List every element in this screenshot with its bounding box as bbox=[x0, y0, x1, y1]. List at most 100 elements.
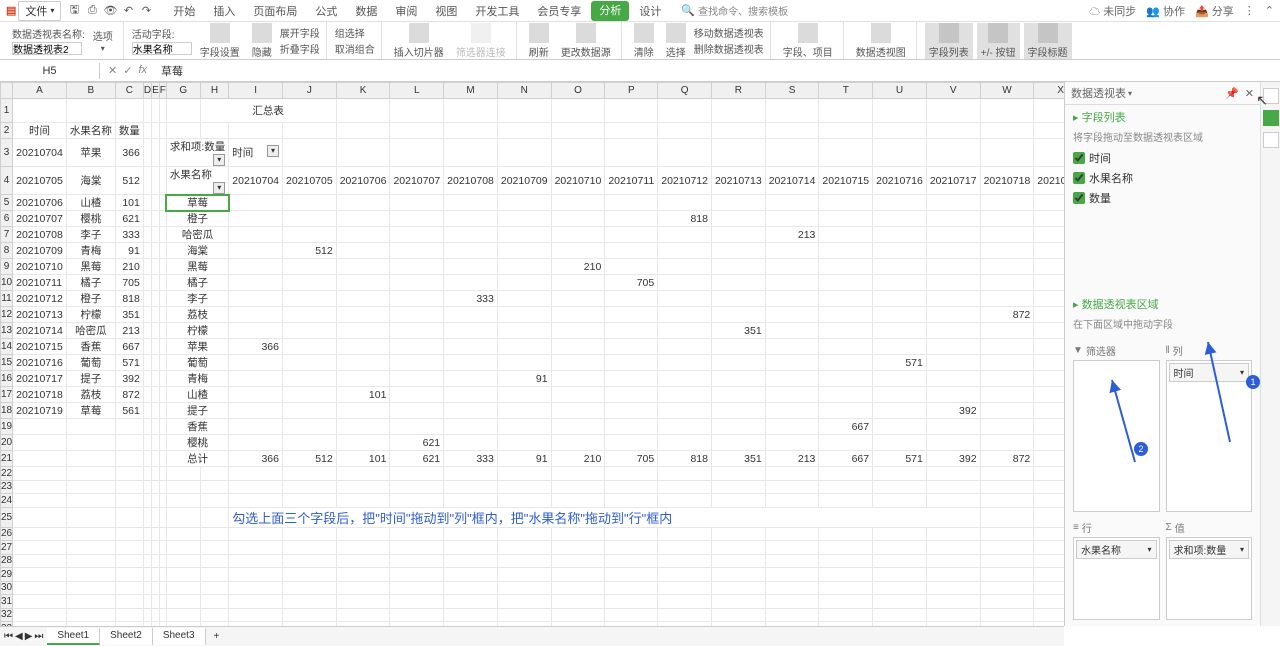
cell[interactable] bbox=[980, 275, 1034, 291]
column-header[interactable]: T bbox=[819, 83, 873, 99]
search-box[interactable]: 🔍 查找命令、搜索模板 bbox=[681, 3, 788, 18]
cell[interactable] bbox=[605, 403, 658, 419]
cell[interactable] bbox=[711, 99, 765, 123]
cell[interactable] bbox=[926, 195, 980, 211]
cell[interactable] bbox=[336, 211, 390, 227]
cell[interactable] bbox=[159, 243, 166, 259]
cell[interactable]: 91 bbox=[497, 451, 551, 467]
cell[interactable] bbox=[551, 123, 605, 139]
cell[interactable] bbox=[1034, 211, 1064, 227]
cell[interactable] bbox=[159, 123, 166, 139]
cell[interactable] bbox=[390, 403, 444, 419]
cell[interactable] bbox=[980, 568, 1034, 582]
cell[interactable] bbox=[336, 467, 390, 481]
cell[interactable] bbox=[159, 494, 166, 508]
cell[interactable] bbox=[152, 99, 160, 123]
cell[interactable] bbox=[819, 275, 873, 291]
cell[interactable]: 667 bbox=[115, 339, 143, 355]
cell[interactable]: 提子 bbox=[66, 371, 115, 387]
row-header[interactable]: 19 bbox=[1, 419, 13, 435]
cell[interactable]: 青梅 bbox=[66, 243, 115, 259]
cell[interactable] bbox=[390, 259, 444, 275]
cell[interactable] bbox=[605, 99, 658, 123]
cell[interactable] bbox=[605, 467, 658, 481]
field-item[interactable]: 数量 bbox=[1073, 188, 1252, 208]
cell[interactable] bbox=[444, 419, 498, 435]
cell[interactable] bbox=[980, 403, 1034, 419]
cell[interactable] bbox=[143, 227, 151, 243]
cell[interactable] bbox=[390, 323, 444, 339]
active-field-input[interactable] bbox=[132, 42, 192, 55]
cell[interactable] bbox=[819, 243, 873, 259]
cell[interactable] bbox=[765, 435, 819, 451]
cell[interactable] bbox=[159, 195, 166, 211]
cell[interactable] bbox=[819, 435, 873, 451]
cell[interactable] bbox=[336, 123, 390, 139]
delete-pivot-button[interactable]: 删除数据透视表 bbox=[694, 41, 764, 56]
cell[interactable] bbox=[980, 467, 1034, 481]
expand-field-button[interactable]: 展开字段 bbox=[280, 25, 320, 40]
cell[interactable] bbox=[765, 99, 819, 123]
cell[interactable] bbox=[336, 595, 390, 609]
cell[interactable] bbox=[66, 451, 115, 467]
options-button[interactable]: 选项▾ bbox=[89, 28, 117, 53]
cell[interactable] bbox=[152, 211, 160, 227]
cell[interactable] bbox=[711, 568, 765, 582]
cell[interactable] bbox=[159, 451, 166, 467]
row-header[interactable]: 7 bbox=[1, 227, 13, 243]
cell[interactable] bbox=[143, 480, 151, 494]
cell[interactable]: 20210710 bbox=[551, 167, 605, 195]
cell[interactable] bbox=[444, 339, 498, 355]
cell[interactable] bbox=[13, 99, 67, 123]
cell[interactable] bbox=[551, 480, 605, 494]
cell[interactable] bbox=[152, 494, 160, 508]
cell[interactable] bbox=[605, 608, 658, 622]
cell[interactable] bbox=[166, 595, 200, 609]
cell[interactable] bbox=[229, 355, 283, 371]
cell[interactable] bbox=[66, 527, 115, 541]
cell[interactable] bbox=[152, 167, 160, 195]
cell[interactable] bbox=[444, 195, 498, 211]
cell[interactable] bbox=[229, 259, 283, 275]
cell[interactable] bbox=[143, 527, 151, 541]
cell[interactable] bbox=[605, 419, 658, 435]
cell[interactable] bbox=[873, 608, 927, 622]
cell[interactable] bbox=[926, 227, 980, 243]
more-icon[interactable]: ⋮ bbox=[1244, 4, 1255, 17]
cell[interactable] bbox=[143, 568, 151, 582]
cell[interactable] bbox=[658, 227, 712, 243]
cell[interactable] bbox=[336, 371, 390, 387]
cell[interactable]: 20210716 bbox=[13, 355, 67, 371]
cell[interactable]: 20210708 bbox=[13, 227, 67, 243]
cell[interactable] bbox=[13, 467, 67, 481]
cell[interactable] bbox=[283, 568, 337, 582]
cell[interactable] bbox=[819, 541, 873, 555]
cell[interactable] bbox=[115, 554, 143, 568]
cell[interactable] bbox=[819, 307, 873, 323]
cell[interactable] bbox=[658, 339, 712, 355]
column-header[interactable]: B bbox=[66, 83, 115, 99]
cell[interactable]: 黑莓 bbox=[166, 259, 228, 275]
cell[interactable] bbox=[765, 419, 819, 435]
cell[interactable] bbox=[152, 355, 160, 371]
cell[interactable] bbox=[551, 403, 605, 419]
cell[interactable] bbox=[711, 419, 765, 435]
cell[interactable]: 20210704 bbox=[229, 167, 283, 195]
cell[interactable] bbox=[1034, 507, 1064, 527]
row-chip-fruit[interactable]: 水果名称▾ bbox=[1076, 540, 1157, 559]
cell[interactable]: 621 bbox=[115, 211, 143, 227]
cell[interactable] bbox=[390, 243, 444, 259]
cell[interactable] bbox=[765, 494, 819, 508]
cell[interactable] bbox=[143, 541, 151, 555]
tab-0[interactable]: 开始 bbox=[165, 1, 203, 21]
cell[interactable] bbox=[765, 291, 819, 307]
ungroup-button[interactable]: 取消组合 bbox=[335, 41, 375, 56]
cell[interactable]: 512 bbox=[115, 167, 143, 195]
cell[interactable]: 20210711 bbox=[605, 167, 658, 195]
cell[interactable] bbox=[66, 595, 115, 609]
cell[interactable] bbox=[159, 259, 166, 275]
cell[interactable] bbox=[390, 139, 444, 167]
cell[interactable] bbox=[229, 480, 283, 494]
cell[interactable] bbox=[497, 243, 551, 259]
cell[interactable] bbox=[159, 211, 166, 227]
